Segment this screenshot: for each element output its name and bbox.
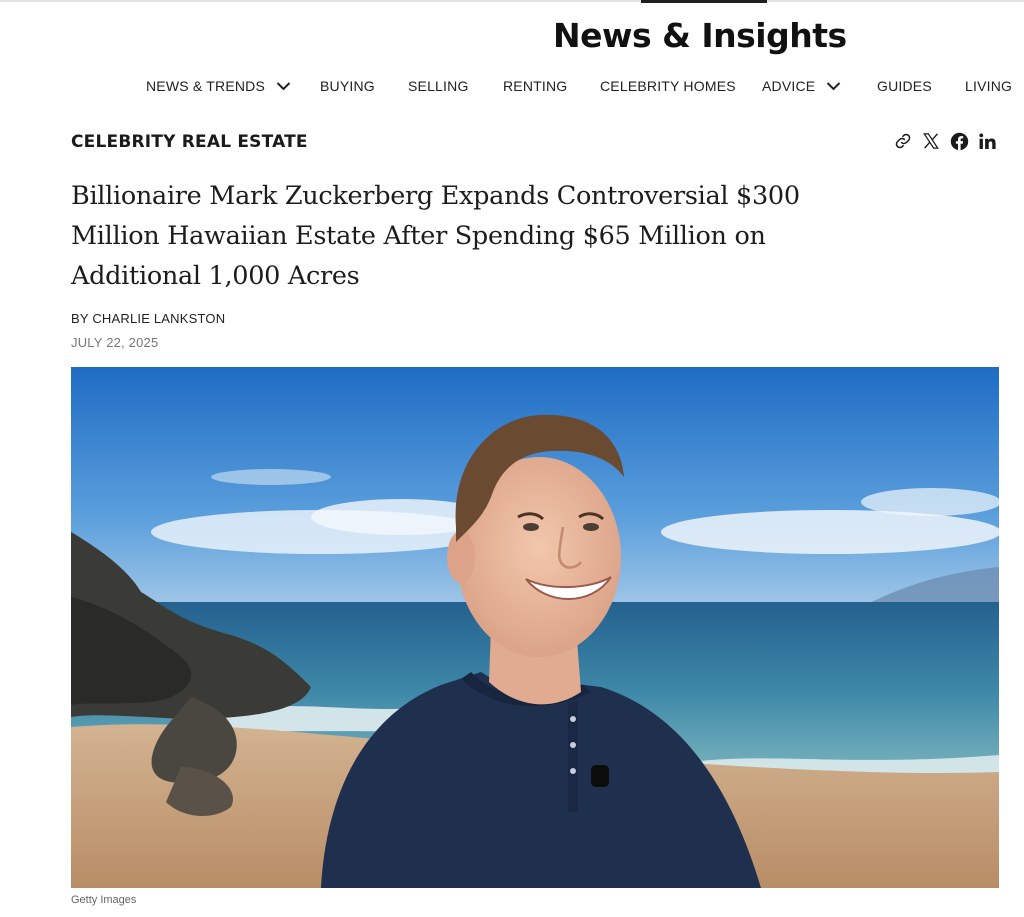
share-bar <box>892 130 998 152</box>
share-linkedin-button[interactable] <box>976 130 998 152</box>
nav-item-label: SELLING <box>408 78 469 94</box>
facebook-icon <box>950 132 968 150</box>
article-date: JULY 22, 2025 <box>71 335 159 350</box>
nav-item-living[interactable]: LIVING <box>965 76 1012 96</box>
chevron-down-icon <box>276 82 291 91</box>
hero-image <box>71 367 999 888</box>
site-brand[interactable]: News & Insights <box>553 16 847 55</box>
top-divider <box>0 0 1024 2</box>
share-x-button[interactable] <box>920 130 942 152</box>
nav-item-label: BUYING <box>320 78 375 94</box>
copy-link-button[interactable] <box>892 130 914 152</box>
chevron-down-icon <box>827 82 841 91</box>
image-caption: Getty Images <box>71 894 137 906</box>
article-byline: BY CHARLIE LANKSTON <box>71 311 226 326</box>
nav-item-label: LIVING <box>965 78 1013 94</box>
nav-item-label: NEWS & TRENDS <box>146 78 266 94</box>
nav-item-label: RENTING <box>503 78 568 94</box>
x-icon <box>923 133 939 149</box>
article-headline: Billionaire Mark Zuckerberg Expands Cont… <box>71 181 800 291</box>
nav-item-label: ADVICE <box>762 78 816 94</box>
link-icon <box>895 133 911 149</box>
nav-item-label: GUIDES <box>877 78 932 94</box>
nav-item-label: CELEBRITY HOMES <box>600 78 736 94</box>
linkedin-icon <box>978 133 996 149</box>
article-category[interactable]: CELEBRITY REAL ESTATE <box>71 132 308 152</box>
nav-item-news-trends[interactable]: NEWS & TRENDS <box>146 76 291 96</box>
nav-item-selling[interactable]: SELLING <box>408 76 469 96</box>
active-section-indicator <box>641 0 767 3</box>
nav-item-buying[interactable]: BUYING <box>320 76 375 96</box>
nav-item-advice[interactable]: ADVICE <box>762 76 841 96</box>
main-nav: NEWS & TRENDS BUYING SELLING RENTING CEL… <box>0 76 1024 96</box>
hero-illustration <box>71 367 999 888</box>
nav-item-guides[interactable]: GUIDES <box>877 76 932 96</box>
share-facebook-button[interactable] <box>948 130 970 152</box>
nav-item-celebrity-homes[interactable]: CELEBRITY HOMES <box>600 76 736 96</box>
nav-item-renting[interactable]: RENTING <box>503 76 567 96</box>
